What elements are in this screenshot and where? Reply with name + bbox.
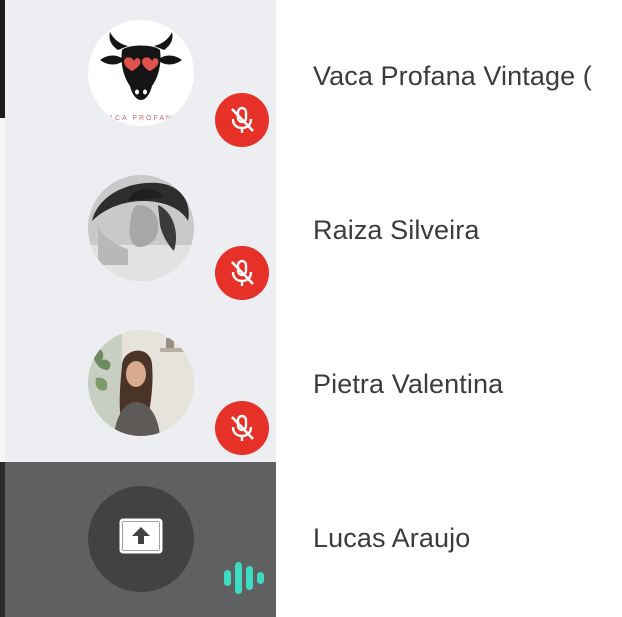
mic-off-icon	[215, 246, 269, 300]
mic-off-icon	[215, 93, 269, 147]
window-edge	[0, 0, 5, 118]
participant-name[interactable]: Raiza Silveira	[313, 215, 479, 246]
audio-level-icon	[224, 562, 264, 594]
person-photo-avatar-icon	[88, 175, 194, 281]
screen-share-avatar	[88, 486, 194, 592]
window-edge	[0, 118, 5, 462]
participant-name[interactable]: Pietra Valentina	[313, 369, 503, 400]
participants-list: VACA PROFANA Vaca Profana Vintage (Raiz…	[0, 0, 622, 617]
participant-tiles-column: VACA PROFANA	[0, 0, 276, 617]
participant-name[interactable]: Lucas Araujo	[313, 523, 470, 554]
window-edge	[0, 462, 5, 617]
screen-share-icon	[119, 518, 163, 554]
person-photo-avatar-icon	[88, 330, 194, 436]
participants-panel: VACA PROFANA Vaca Profana Vintage (Raiz…	[0, 0, 622, 617]
mic-off-icon	[215, 401, 269, 455]
participant-name[interactable]: Vaca Profana Vintage (	[313, 61, 592, 92]
cow-logo-avatar-icon: VACA PROFANA	[88, 20, 194, 126]
